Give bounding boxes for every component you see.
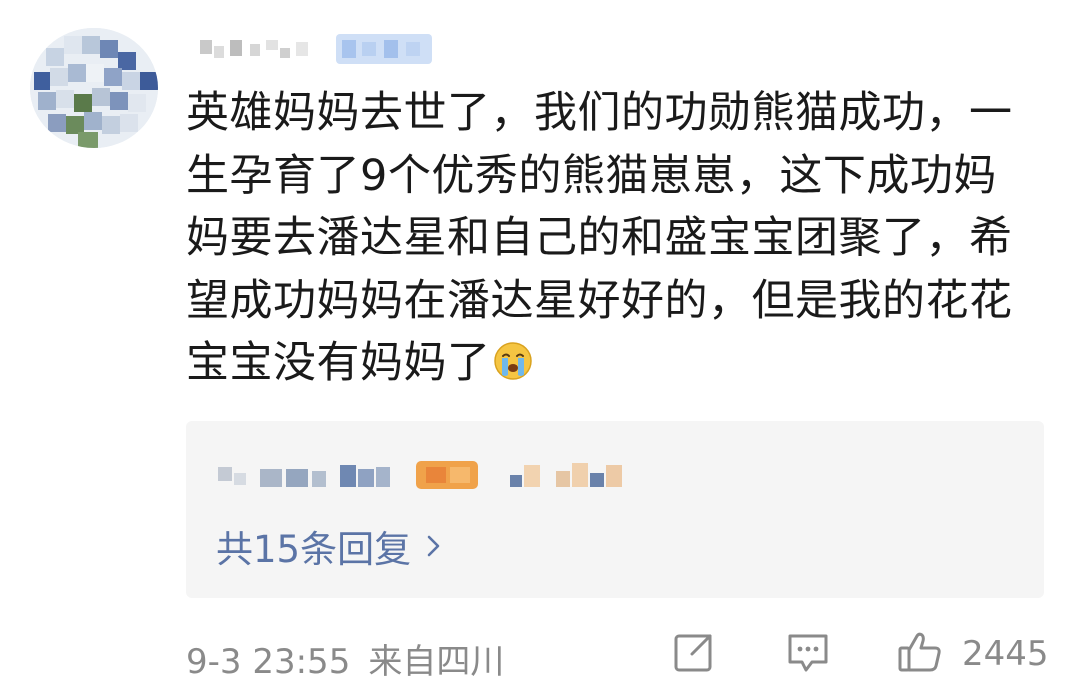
comment-location: 来自四川: [368, 642, 505, 682]
share-icon[interactable]: [670, 628, 718, 676]
comment-line: 望成功妈妈在潘达星好好的，但是我的花花: [186, 275, 1013, 326]
view-replies-link[interactable]: 共15条回复: [216, 519, 443, 573]
comment-line: 妈要去潘达星和自己的和盛宝宝团聚了，希: [186, 213, 1013, 263]
comment-icon[interactable]: [784, 628, 832, 676]
comment-line: 生孕育了9个优秀的熊猫崽崽，这下成功妈: [186, 150, 997, 201]
comment-date: 9-3 23:55: [186, 642, 351, 682]
comment-meta: 9-3 23:55 来自四川: [186, 634, 504, 683]
username-masked[interactable]: [196, 30, 436, 70]
comment-footer: 9-3 23:55 来自四川 2445: [186, 626, 1049, 682]
thumbs-up-icon[interactable]: [896, 628, 944, 676]
reply-preview-masked[interactable]: [216, 453, 636, 493]
comment-line: 宝宝没有妈妈了: [186, 338, 491, 388]
comment-card: 英雄妈妈去世了，我们的功勋熊猫成功，一 生孕育了9个优秀的熊猫崽崽，这下成功妈 …: [0, 0, 1080, 699]
chevron-right-icon: [427, 535, 440, 557]
reply-count-label: 共15条回复: [216, 528, 412, 571]
avatar[interactable]: [30, 28, 158, 148]
comment-line-last: 宝宝没有妈妈了: [186, 332, 1046, 395]
replies-panel: 共15条回复: [186, 421, 1044, 598]
comment-body: 英雄妈妈去世了，我们的功勋熊猫成功，一 生孕育了9个优秀的熊猫崽崽，这下成功妈 …: [186, 82, 1046, 395]
comment-line: 英雄妈妈去世了，我们的功勋熊猫成功，一: [186, 88, 1013, 138]
crying-face-icon: [493, 342, 532, 380]
like-count: 2445: [962, 634, 1049, 674]
